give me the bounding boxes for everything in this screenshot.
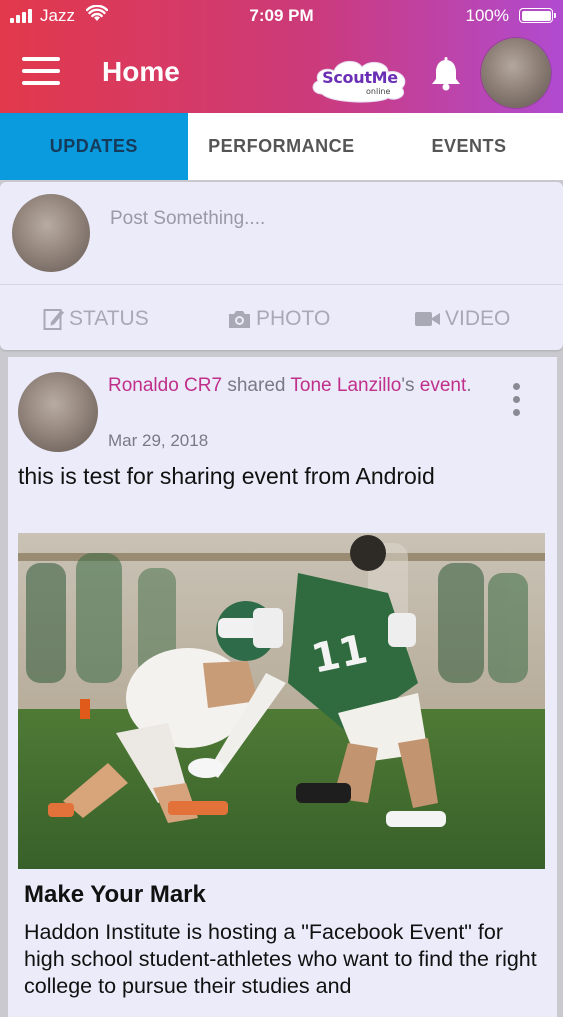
video-label: VIDEO xyxy=(445,307,511,330)
edit-icon xyxy=(43,309,64,330)
notification-bell-icon[interactable] xyxy=(428,56,464,92)
tab-performance[interactable]: PERFORMANCE xyxy=(188,113,376,180)
event-description: Haddon Institute is hosting a "Facebook … xyxy=(24,920,537,998)
battery-percent: 100% xyxy=(465,6,509,25)
hamburger-menu-icon[interactable] xyxy=(22,57,60,87)
feed-post-card: Ronaldo CR7 shared Tone Lanzillo's event… xyxy=(8,357,557,1017)
more-options-icon[interactable] xyxy=(510,383,522,419)
photo-button[interactable]: PHOTO xyxy=(227,307,330,331)
logo-wordmark: ScoutMe xyxy=(322,68,398,87)
event-title[interactable]: Make Your Mark xyxy=(24,881,206,909)
photo-label: PHOTO xyxy=(256,307,331,330)
status-label: STATUS xyxy=(69,307,149,330)
battery-icon xyxy=(519,8,556,23)
status-bar: Jazz 7:09 PM 100% xyxy=(0,0,563,34)
post-verb: shared xyxy=(227,375,286,396)
post-event-link[interactable]: event xyxy=(420,375,466,396)
composer-avatar xyxy=(12,194,90,272)
post-composer: Post Something.... STATUS PHOTO VIDEO xyxy=(0,182,563,350)
tab-bar: UPDATES PERFORMANCE EVENTS xyxy=(0,113,563,180)
post-header: Ronaldo CR7 shared Tone Lanzillo's event… xyxy=(108,371,488,400)
page-title: Home xyxy=(102,56,180,87)
video-button[interactable]: VIDEO xyxy=(414,307,510,331)
app-header: Jazz 7:09 PM 100% Home ScoutMe online xyxy=(0,0,563,113)
camera-icon xyxy=(229,311,250,328)
post-author-avatar[interactable] xyxy=(18,372,98,452)
event-image[interactable]: 11 xyxy=(18,533,545,869)
post-target-user-link[interactable]: Tone Lanzillo xyxy=(290,375,401,396)
composer-actions: STATUS PHOTO VIDEO xyxy=(0,285,563,350)
post-possessive: 's xyxy=(401,375,415,396)
tab-events[interactable]: EVENTS xyxy=(375,113,563,180)
scoutme-logo[interactable]: ScoutMe online xyxy=(308,54,412,104)
post-text: this is test for sharing event from Andr… xyxy=(18,463,435,489)
tab-updates[interactable]: UPDATES xyxy=(0,113,188,180)
video-camera-icon xyxy=(415,312,440,326)
profile-avatar[interactable] xyxy=(481,38,551,108)
status-button[interactable]: STATUS xyxy=(43,307,149,331)
post-author-link[interactable]: Ronaldo CR7 xyxy=(108,375,222,396)
post-period: . xyxy=(466,375,472,396)
post-date: Mar 29, 2018 xyxy=(108,431,209,450)
post-input[interactable]: Post Something.... xyxy=(110,208,265,230)
logo-subtext: online xyxy=(366,87,391,96)
